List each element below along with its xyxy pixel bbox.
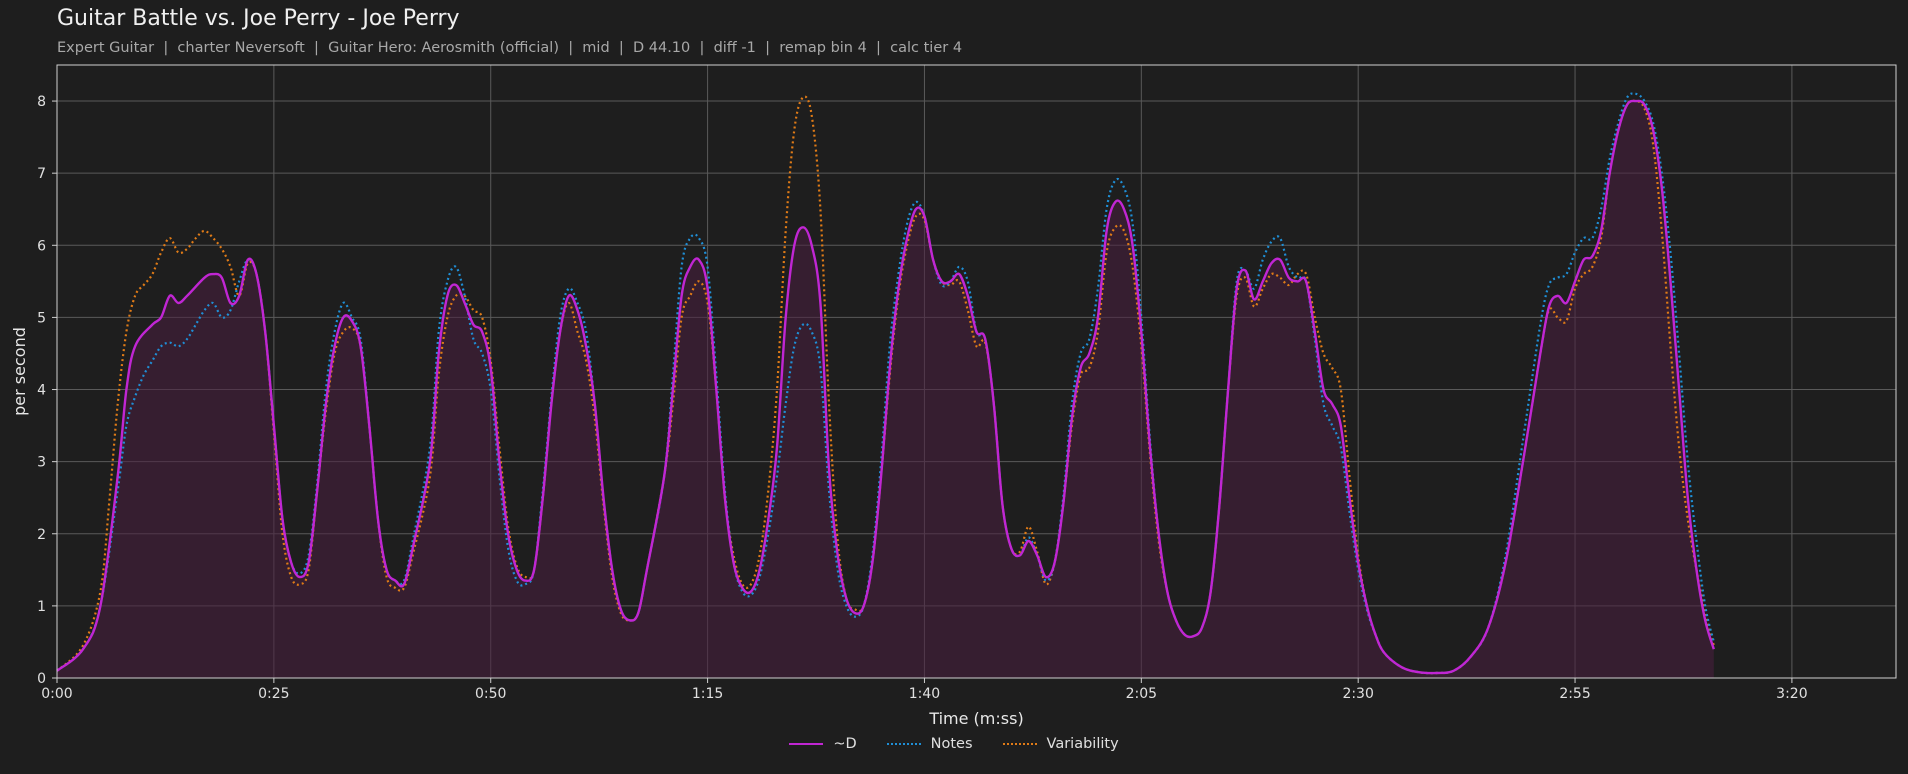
legend-label: Notes <box>930 736 973 752</box>
y-tick-label: 8 <box>37 94 46 110</box>
y-tick-label: 6 <box>37 238 46 254</box>
legend-item: Notes <box>886 736 973 752</box>
x-tick-label: 0:00 <box>41 686 72 702</box>
legend-label: ~D <box>833 736 857 752</box>
y-tick-label: 1 <box>37 599 46 615</box>
x-tick-label: 2:30 <box>1342 686 1373 702</box>
x-tick-label: 3:20 <box>1776 686 1807 702</box>
x-axis-label: Time (m:ss) <box>928 709 1023 728</box>
legend-swatch <box>1002 743 1037 745</box>
x-tick-label: 2:05 <box>1126 686 1157 702</box>
legend-item: Variability <box>1002 736 1119 752</box>
y-tick-label: 4 <box>37 383 46 399</box>
legend: ~D Notes Variability <box>0 736 1908 752</box>
x-tick-label: 0:50 <box>475 686 506 702</box>
y-tick-label: 0 <box>37 671 46 687</box>
legend-swatch <box>886 743 921 745</box>
x-tick-label: 1:15 <box>692 686 723 702</box>
legend-item: ~D <box>789 736 857 752</box>
legend-label: Variability <box>1046 736 1119 752</box>
y-tick-label: 5 <box>37 310 46 326</box>
y-tick-label: 7 <box>37 166 46 182</box>
line-chart: 0:00 0:25 0:50 1:15 1:40 2:05 2:30 2:55 3:20 0 1 2 3… <box>10 64 1897 728</box>
x-tick-label: 1:40 <box>909 686 940 702</box>
y-axis-label: per second <box>10 327 29 416</box>
legend-swatch <box>789 743 824 745</box>
y-tick-label: 3 <box>37 455 46 471</box>
y-tick-label: 2 <box>37 527 46 543</box>
x-tick-label: 2:55 <box>1559 686 1590 702</box>
x-tick-label: 0:25 <box>258 686 289 702</box>
